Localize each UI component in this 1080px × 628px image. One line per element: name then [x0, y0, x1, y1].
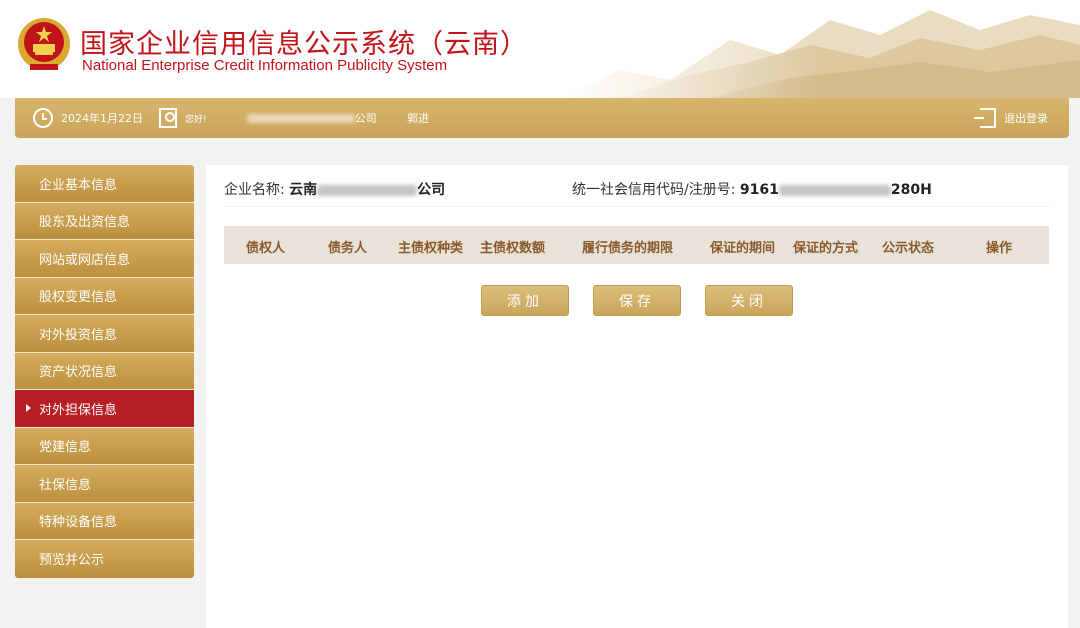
- sidebar-item-social-security[interactable]: 社保信息: [15, 465, 194, 503]
- sidebar-item-label: 社保信息: [39, 477, 92, 493]
- topbar-link[interactable]: 郭进: [407, 98, 429, 138]
- user-info: 您好! 公司: [159, 98, 377, 138]
- redacted-company: [246, 113, 355, 123]
- site-title-cn: 国家企业信用信息公示系统（云南）: [80, 29, 528, 60]
- sidebar-item-website[interactable]: 网站或网店信息: [15, 240, 194, 278]
- national-emblem-icon: [18, 18, 70, 70]
- sidebar-item-label: 资产状况信息: [39, 365, 118, 381]
- sidebar-item-preview-publish[interactable]: 预览并公示: [15, 540, 194, 578]
- greeting: 您好!: [185, 114, 207, 125]
- column-header: 主债权种类: [398, 241, 464, 256]
- great-wall-background: [560, 0, 1080, 98]
- company-name-suffix: 公司: [417, 182, 446, 198]
- column-header: 主债权数额: [480, 241, 546, 256]
- active-arrow-icon: [26, 404, 31, 412]
- column-header: 保证的期间: [710, 241, 776, 256]
- guarantee-table-header: 债权人 债务人 主债权种类 主债权数额 履行债务的期限 保证的期间 保证的方式 …: [224, 226, 1049, 264]
- site-header: 国家企业信用信息公示系统（云南） National Enterprise Cre…: [0, 0, 1080, 98]
- company-info-row: 企业名称: 云南 公司 统一社会信用代码/注册号: 9161 280H: [224, 177, 1050, 207]
- sidebar-item-label: 特种设备信息: [39, 515, 118, 531]
- logout-label: 退出登录: [1004, 112, 1048, 125]
- sidebar-item-assets[interactable]: 资产状况信息: [15, 352, 194, 390]
- sidebar-item-label: 网站或网店信息: [39, 252, 131, 268]
- company-suffix: 公司: [354, 112, 377, 125]
- credit-code-suffix: 280H: [890, 182, 932, 198]
- sidebar-item-label: 企业基本信息: [39, 177, 118, 193]
- logout-button[interactable]: 退出登录: [974, 98, 1048, 138]
- current-date: 2024年1月22日: [61, 112, 143, 125]
- column-header: 保证的方式: [793, 241, 859, 256]
- sidebar-item-guarantee[interactable]: 对外担保信息: [15, 390, 194, 428]
- credit-code-label: 统一社会信用代码/注册号:: [572, 182, 736, 198]
- add-button[interactable]: 添加: [481, 285, 569, 316]
- column-header: 公示状态: [882, 241, 935, 256]
- column-header: 操作: [986, 241, 1013, 256]
- redacted-credit-code: [778, 184, 891, 196]
- logout-icon: [974, 108, 996, 128]
- main-panel: 企业名称: 云南 公司 统一社会信用代码/注册号: 9161 280H 债权人 债务…: [206, 165, 1068, 628]
- sidebar-item-label: 股权变更信息: [39, 290, 118, 306]
- sidebar-nav: 企业基本信息 股东及出资信息 网站或网店信息 股权变更信息 对外投资信息 资产状…: [15, 165, 194, 578]
- sidebar-item-party[interactable]: 党建信息: [15, 427, 194, 465]
- close-button[interactable]: 关闭: [705, 285, 793, 316]
- sidebar-item-equity-change[interactable]: 股权变更信息: [15, 277, 194, 315]
- company-name: 企业名称: 云南 公司: [224, 179, 445, 199]
- date-display: 2024年1月22日: [33, 98, 143, 138]
- site-title-en: National Enterprise Credit Information P…: [82, 57, 448, 74]
- redacted-company-name: [317, 184, 418, 196]
- column-header: 履行债务的期限: [582, 241, 674, 256]
- sidebar-item-label: 党建信息: [39, 440, 92, 456]
- credit-code-prefix: 9161: [739, 182, 779, 198]
- sidebar-item-label: 对外担保信息: [39, 402, 118, 418]
- column-header: 债务人: [328, 241, 368, 256]
- clock-icon: [33, 108, 53, 128]
- top-bar: 2024年1月22日 您好! 公司 郭进 退出登录: [15, 98, 1069, 138]
- sidebar-item-label: 对外投资信息: [39, 327, 118, 343]
- column-header: 债权人: [246, 241, 286, 256]
- company-name-label: 企业名称:: [224, 182, 285, 198]
- sidebar-item-label: 股东及出资信息: [39, 215, 131, 231]
- credit-code: 统一社会信用代码/注册号: 9161 280H: [572, 179, 932, 199]
- sidebar-item-shareholders[interactable]: 股东及出资信息: [15, 202, 194, 240]
- user-icon: [159, 108, 177, 128]
- sidebar-item-label: 预览并公示: [39, 553, 105, 569]
- company-name-prefix: 云南: [289, 182, 318, 198]
- sidebar-item-basic-info[interactable]: 企业基本信息: [15, 165, 194, 203]
- save-button[interactable]: 保存: [593, 285, 681, 316]
- sidebar-item-investment[interactable]: 对外投资信息: [15, 315, 194, 353]
- sidebar-item-special-equipment[interactable]: 特种设备信息: [15, 502, 194, 540]
